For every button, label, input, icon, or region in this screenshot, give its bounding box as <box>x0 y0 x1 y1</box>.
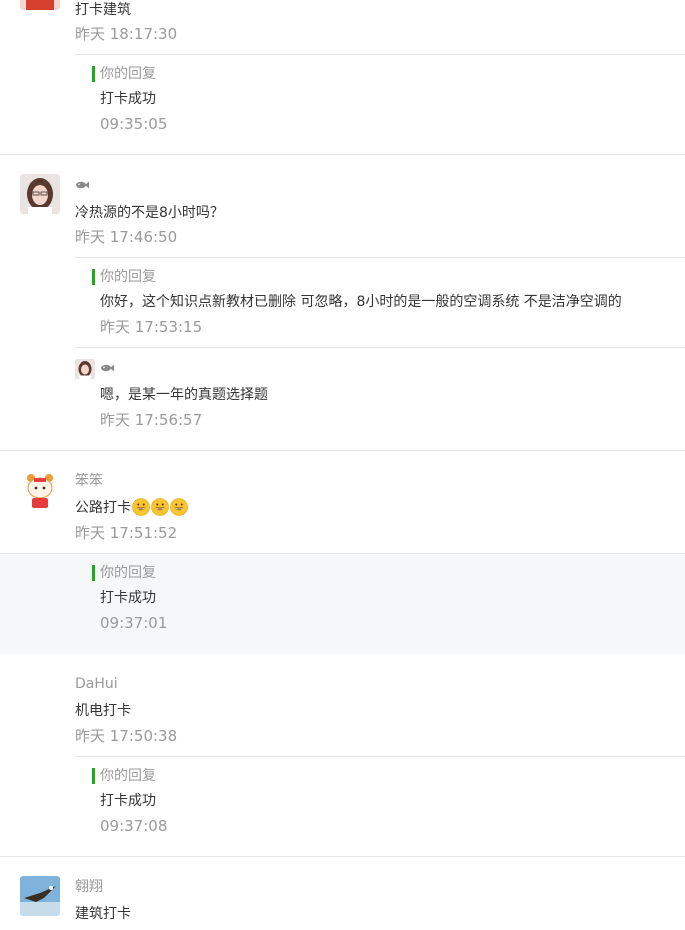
reply-text: 打卡成功 <box>100 793 156 809</box>
reply-label: 你的回复 <box>92 565 156 581</box>
reply-text: 你好，这个知识点新教材已删除 可忽略，8小时的是一般的空调系统 不是洁净空调的 <box>100 294 622 310</box>
nickname: DaHui <box>75 676 118 692</box>
reply-time: 09:35:05 <box>100 115 168 133</box>
sub-reply-time: 昨天 17:56:57 <box>100 411 203 429</box>
comment-item: 冷热源的不是8小时吗？ 昨天 17:46:50 你的回复 你好，这个知识点新教材… <box>0 155 685 451</box>
comment-text: 公路打卡 <box>75 500 131 516</box>
comment-time: 昨天 17:50:38 <box>75 727 178 745</box>
cartoon-tiger-avatar-icon[interactable] <box>20 470 60 510</box>
comment-time: 昨天 18:17:30 <box>75 25 178 43</box>
reply-label: 你的回复 <box>92 768 156 784</box>
reply-label: 你的回复 <box>92 269 156 285</box>
girl-portrait-avatar-icon[interactable] <box>75 359 95 379</box>
nickname: 翱翔 <box>75 879 103 895</box>
fish-icon <box>100 361 114 372</box>
comment-content: 机电打卡 <box>75 703 131 719</box>
nickname <box>75 178 89 194</box>
comment-item: 翱翔 建筑打卡 <box>0 857 685 930</box>
red-hair-girl-avatar-icon[interactable] <box>20 0 60 10</box>
nickname: 笨笨 <box>75 473 103 489</box>
reply-time: 09:37:08 <box>100 817 168 835</box>
sub-nickname <box>100 361 114 377</box>
comment-content: 冷热源的不是8小时吗？ <box>75 205 224 221</box>
comment-item: 打卡建筑 昨天 18:17:30 你的回复 打卡成功 09:35:05 <box>0 0 685 155</box>
comment-list: 打卡建筑 昨天 18:17:30 你的回复 打卡成功 09:35:05 冷热源的… <box>0 0 685 930</box>
grin-emoji-icon <box>151 498 169 516</box>
girl-portrait-avatar-icon[interactable] <box>20 174 60 214</box>
sub-reply: 嗯，是某一年的真题选择题 昨天 17:56:57 <box>75 347 685 451</box>
sub-reply-text: 嗯，是某一年的真题选择题 <box>100 387 268 403</box>
reply-time: 昨天 17:53:15 <box>100 318 203 336</box>
reply-text: 打卡成功 <box>100 91 156 107</box>
reply-block: 你的回复 打卡成功 09:37:01 <box>0 553 685 654</box>
comment-content: 公路打卡 <box>75 498 188 518</box>
comment-time: 昨天 17:46:50 <box>75 228 178 246</box>
comment-time: 昨天 17:51:52 <box>75 524 178 542</box>
comment-content: 打卡建筑 <box>75 2 131 18</box>
comment-item: 笨笨 公路打卡 昨天 17:51:52 你的回复 打卡成功 09:37:01 <box>0 451 685 654</box>
grin-emoji-icon <box>170 498 188 516</box>
reply-block: 你的回复 你好，这个知识点新教材已删除 可忽略，8小时的是一般的空调系统 不是洁… <box>75 257 685 347</box>
grin-emoji-icon <box>132 498 150 516</box>
reply-block: 你的回复 打卡成功 09:37:08 <box>75 756 685 857</box>
eagle-avatar-icon[interactable] <box>20 876 60 916</box>
comment-content: 建筑打卡 <box>75 906 131 922</box>
fish-icon <box>75 178 89 189</box>
comment-item: DaHui 机电打卡 昨天 17:50:38 你的回复 打卡成功 09:37:0… <box>0 654 685 857</box>
reply-text: 打卡成功 <box>100 590 156 606</box>
reply-label: 你的回复 <box>92 66 156 82</box>
reply-time: 09:37:01 <box>100 614 168 632</box>
reply-block: 你的回复 打卡成功 09:35:05 <box>75 54 685 155</box>
